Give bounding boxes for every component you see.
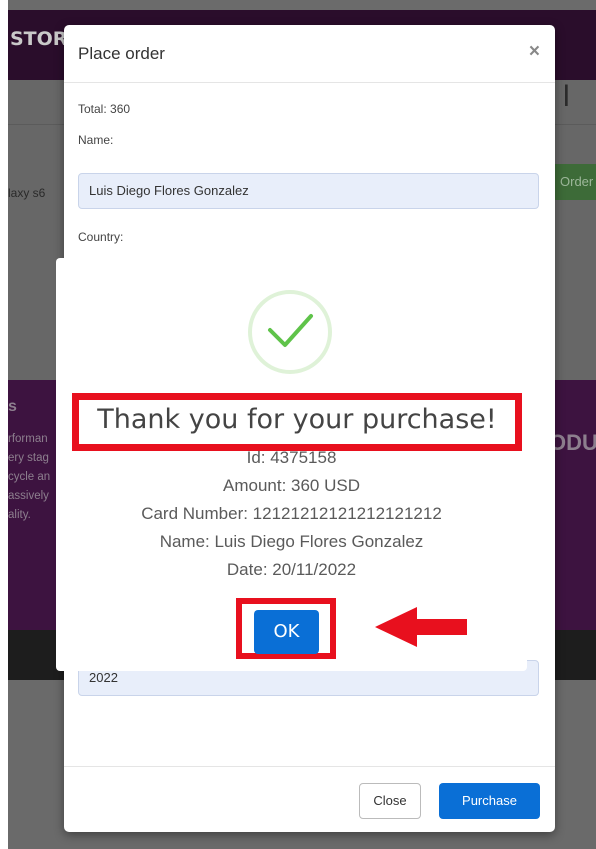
- arrow-left-icon: [375, 607, 467, 647]
- footer-line: rforman: [8, 433, 48, 445]
- footer-heading: s: [8, 398, 17, 415]
- purchase-button[interactable]: Purchase: [439, 783, 540, 819]
- background-heading-fragment: l: [563, 80, 570, 113]
- modal-footer: Close Purchase: [64, 766, 555, 833]
- name-label: Name:: [78, 133, 114, 147]
- order-date: Date: 20/11/2022: [226, 560, 357, 579]
- highlight-box: Thank you for your purchase!: [72, 393, 522, 451]
- name-input[interactable]: Luis Diego Flores Gonzalez: [78, 173, 539, 209]
- footer-line: assively: [8, 490, 49, 502]
- close-icon[interactable]: ×: [529, 41, 540, 63]
- total-label: Total: 360: [78, 102, 131, 116]
- footer-line: ality.: [8, 509, 31, 521]
- success-check-icon: [248, 290, 332, 374]
- footer-line: ery stag: [8, 452, 49, 464]
- customer-name: Name: Luis Diego Flores Gonzalez: [159, 532, 424, 551]
- modal-header: Place order ×: [64, 25, 555, 83]
- close-button[interactable]: Close: [359, 783, 421, 819]
- country-label: Country:: [78, 230, 124, 244]
- order-amount: Amount: 360 USD: [222, 476, 360, 495]
- footer-products-heading: ODU: [549, 430, 596, 455]
- alert-title: Thank you for your purchase!: [97, 404, 497, 435]
- footer-line: cycle an: [8, 471, 51, 483]
- order-id: Id: 4375158: [246, 448, 337, 467]
- footer-text: rforman ery stag cycle an assively ality…: [8, 430, 50, 525]
- card-number: Card Number: 12121212121212121212: [141, 504, 442, 523]
- ok-highlight-box: OK: [236, 598, 336, 659]
- ok-button[interactable]: OK: [254, 610, 319, 654]
- modal-title: Place order: [78, 44, 165, 63]
- place-order-button[interactable]: Order: [552, 164, 596, 200]
- product-name: laxy s6: [8, 186, 46, 200]
